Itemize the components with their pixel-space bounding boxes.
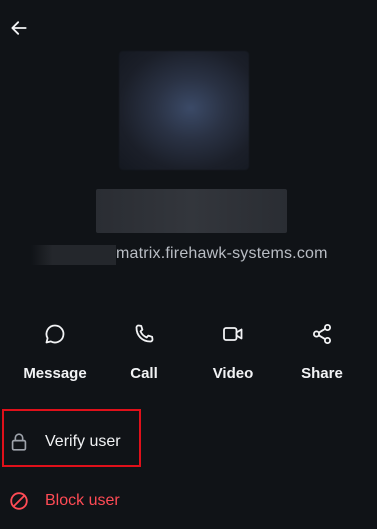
lock-icon [7, 430, 31, 454]
call-button[interactable]: Call [106, 320, 182, 390]
user-id-server: matrix.firehawk-systems.com [116, 245, 328, 262]
block-icon [7, 489, 31, 513]
avatar[interactable] [119, 51, 249, 170]
share-icon [308, 320, 336, 348]
block-user-label: Block user [45, 492, 120, 509]
block-user-button[interactable]: Block user [0, 479, 377, 523]
message-label: Message [23, 365, 87, 382]
back-button[interactable] [6, 17, 32, 43]
display-name [96, 189, 287, 233]
share-button[interactable]: Share [284, 320, 360, 390]
video-camera-icon [219, 320, 247, 348]
message-button[interactable]: Message [17, 320, 93, 390]
phone-icon [130, 320, 158, 348]
verify-user-button[interactable]: Verify user [0, 420, 377, 464]
video-button[interactable]: Video [195, 320, 271, 390]
arrow-left-icon [9, 18, 29, 43]
profile-actions: Message Call Video Share [0, 320, 377, 390]
call-label: Call [130, 365, 158, 382]
share-label: Share [301, 365, 343, 382]
user-id-localpart-redacted [31, 245, 116, 265]
user-profile-screen: matrix.firehawk-systems.com Message Call [0, 0, 377, 529]
video-label: Video [212, 365, 254, 382]
chat-bubble-icon [41, 320, 69, 348]
user-id: matrix.firehawk-systems.com [0, 244, 377, 266]
verify-user-label: Verify user [45, 433, 121, 450]
